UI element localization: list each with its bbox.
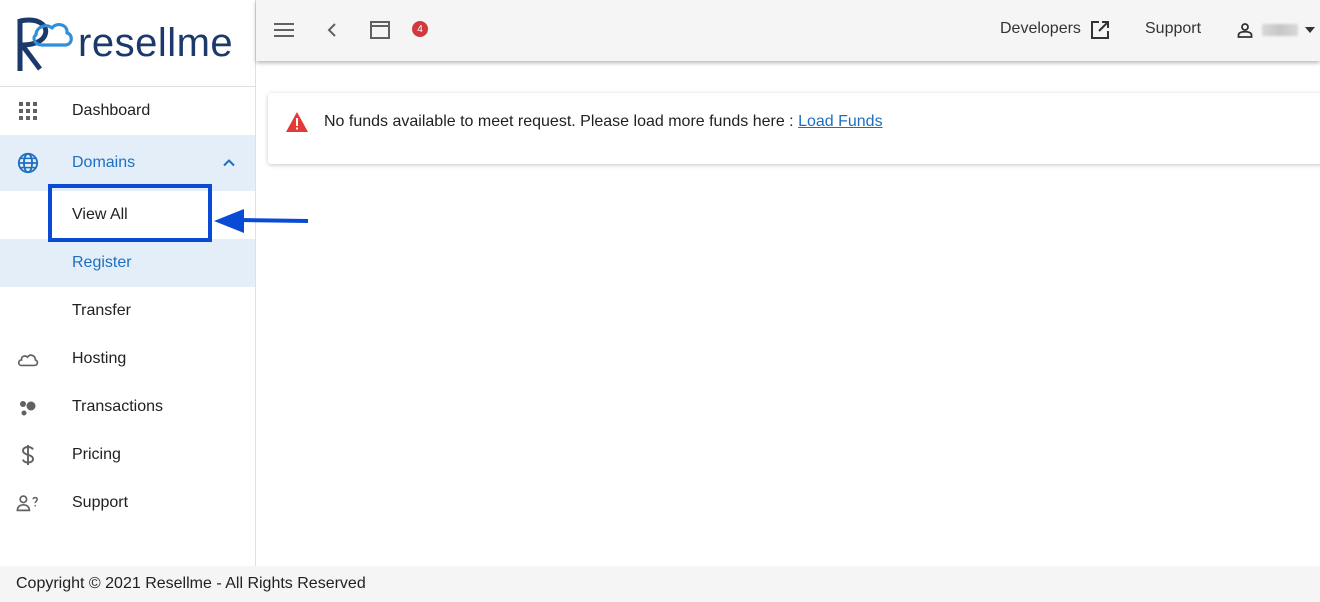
person-question-icon [16,491,40,515]
sidebar-item-transactions[interactable]: Transactions [0,383,255,431]
dollar-icon [16,443,40,467]
sidebar-item-label: Domains [72,154,136,171]
brand-logo[interactable]: resellme [0,0,255,87]
sidebar-item-label: View All [72,206,128,223]
sidebar-item-label: Register [72,254,132,271]
footer: Copyright © 2021 Resellme - All Rights R… [0,566,1320,602]
menu-icon[interactable] [272,18,296,42]
chevron-left-icon[interactable] [320,18,344,42]
notification-badge[interactable]: 4 [412,21,428,37]
account-icon[interactable] [1233,18,1257,42]
sidebar-item-label: Transactions [72,398,163,415]
sidebar-item-label: Hosting [72,350,127,367]
sidebar-subitem-register[interactable]: Register [0,239,255,287]
cloud-icon [16,347,40,371]
support-link[interactable]: Support [1145,20,1201,38]
brand-name: resellme [78,21,234,65]
sidebar-item-hosting[interactable]: Hosting [0,335,255,383]
sidebar-item-label: Transfer [72,302,131,319]
funds-alert: No funds available to meet request. Plea… [268,93,1320,164]
dropdown-caret-icon[interactable] [1298,18,1320,42]
window-icon[interactable] [368,18,392,42]
annotation-arrow [214,209,309,233]
sidebar-item-domains[interactable]: Domains [0,135,255,191]
sidebar-item-dashboard[interactable]: Dashboard [0,87,255,135]
warning-icon [286,112,308,132]
username-blurred[interactable] [1262,24,1298,36]
grid-icon [16,99,40,123]
sidebar: resellme Dashboard Domains View All Regi… [0,0,256,566]
sidebar-item-pricing[interactable]: Pricing [0,431,255,479]
sidebar-item-label: Pricing [72,446,121,463]
sidebar-item-label: Support [72,494,129,511]
alert-text: No funds available to meet request. Plea… [324,113,799,130]
alert-message: No funds available to meet request. Plea… [324,113,883,131]
load-funds-link[interactable]: Load Funds [798,113,883,130]
copyright-text: Copyright © 2021 Resellme - All Rights R… [16,575,366,592]
bubbles-icon [16,395,40,419]
logo-icon [17,17,73,71]
sidebar-item-support[interactable]: Support [0,479,255,527]
developers-link[interactable]: Developers [1000,20,1081,38]
sidebar-subitem-transfer[interactable]: Transfer [0,287,255,335]
globe-icon [16,151,40,175]
chevron-up-icon[interactable] [221,155,237,171]
open-in-new-icon[interactable] [1088,18,1112,42]
sidebar-item-label: Dashboard [72,102,151,119]
top-app-bar: 4 Developers Support [256,0,1320,61]
